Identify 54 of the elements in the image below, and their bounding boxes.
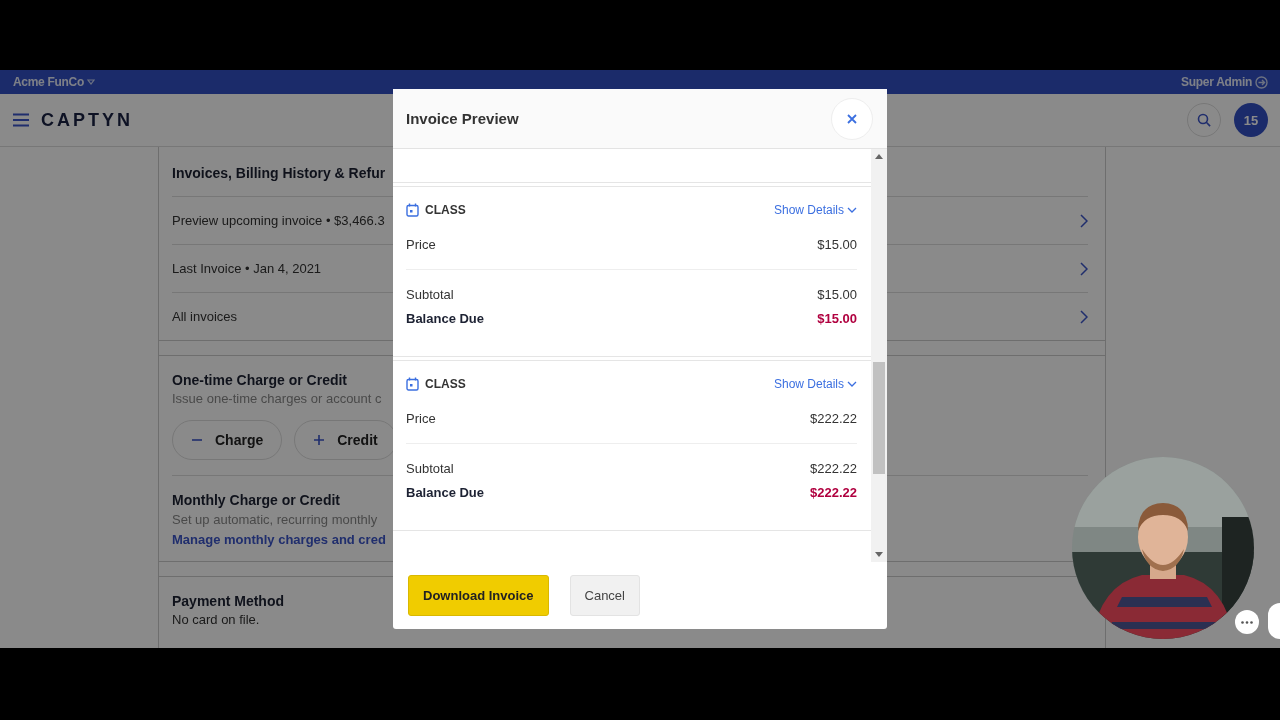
item-type: CLASS [425,377,466,391]
dialog-title: Invoice Preview [406,110,519,127]
show-details-link[interactable]: Show Details [773,377,857,391]
download-button[interactable]: Download Invoice [408,575,549,616]
charge-button[interactable]: Charge [172,420,283,460]
section-description: Set up automatic, recurring monthly [172,512,379,527]
logo[interactable]: CAPTYN [41,109,133,131]
line-amount: $15.00 [817,286,857,302]
chevron-right-icon [1080,213,1088,228]
section-title: Invoices, Billing History & Refur [172,164,386,183]
line-label: Price [406,410,436,426]
calendar-icon [406,203,419,217]
line-amount: $15.00 [817,310,857,326]
line-amount: $222.22 [810,460,857,476]
round-button[interactable] [1268,603,1280,639]
scroll-thumb[interactable] [873,362,885,474]
menu-icon [13,113,29,127]
user-menu[interactable]: Super Admin [1181,75,1268,89]
plus-icon [313,434,326,446]
chevron-right-icon [1080,309,1088,324]
section-title: Payment Method [172,592,284,611]
line-label: Subtotal [406,460,454,476]
account-switcher[interactable]: Acme FunCo [13,75,95,89]
section-description: No card on file. [172,612,261,627]
more-button[interactable] [1235,610,1259,634]
scrollbar[interactable] [871,149,887,562]
scroll-down-icon [875,552,883,557]
caret-icon [87,79,95,85]
line-amount: $15.00 [817,236,857,252]
chevron-right-icon [1080,261,1088,276]
chevron-down-icon [847,381,857,387]
line-label: Balance Due [406,484,485,500]
line-label: Price [406,236,436,252]
line-amount: $222.22 [810,484,857,500]
item-type: CLASS [425,203,466,217]
search-button[interactable] [1187,103,1221,137]
show-details-link[interactable]: Show Details [773,203,857,217]
section-description: Issue one-time charges or account c [172,391,383,406]
close-button[interactable] [831,97,873,140]
calendar-icon [406,377,419,391]
menu-button[interactable] [13,113,29,127]
line-amount: $222.22 [810,410,857,426]
chevron-down-icon [847,207,857,213]
search-icon [1197,113,1211,127]
more-icon [1241,620,1253,624]
scroll-up-icon [875,154,883,159]
line-label: Subtotal [406,286,454,302]
arrow-circle-icon [1255,75,1268,89]
close-icon [847,113,857,124]
cancel-button[interactable]: Cancel [569,575,640,616]
line-label: Balance Due [406,310,485,326]
notification-badge[interactable]: 15 [1234,103,1268,137]
section-title: Monthly Charge or Credit [172,492,340,508]
section-title: One-time Charge or Credit [172,371,348,390]
